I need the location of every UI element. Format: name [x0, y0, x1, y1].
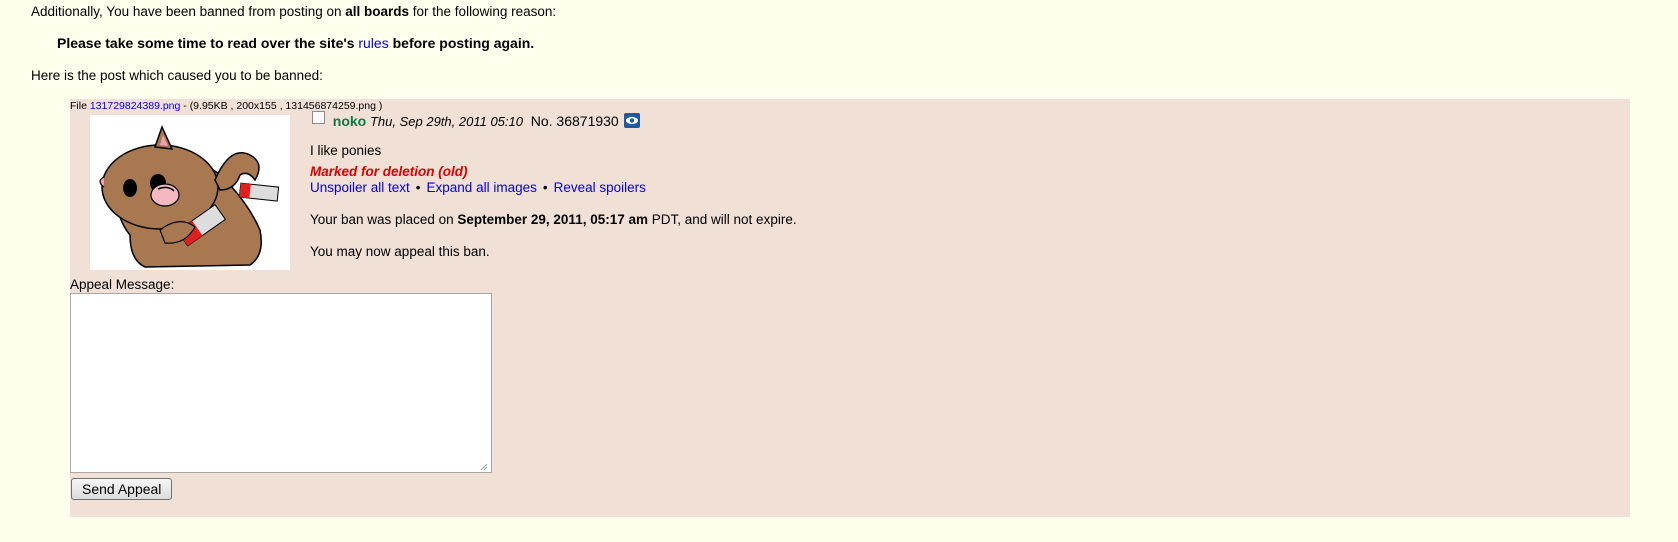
post-thumbnail[interactable] — [90, 115, 290, 270]
ban-line-text-post: for the following reason: — [409, 4, 557, 19]
bear-thumbnail-icon — [99, 124, 280, 268]
rules-link[interactable]: rules — [358, 35, 388, 51]
eye-icon[interactable] — [624, 112, 641, 128]
unspoiler-text-link[interactable]: Unspoiler all text — [310, 180, 410, 195]
ban-line-text-pre: Additionally, You have been banned from … — [31, 4, 346, 19]
expand-images-link[interactable]: Expand all images — [427, 180, 537, 195]
ban-reason: Please take some time to read over the s… — [57, 35, 534, 51]
ban-placed-post: , and will not expire. — [677, 212, 797, 227]
ban-placed-tz: PDT — [648, 212, 678, 227]
ban-placed-date: September 29, 2011, 05:17 am — [457, 212, 648, 227]
post-intro: Here is the post which caused you to be … — [31, 68, 323, 83]
resize-handle-icon[interactable] — [480, 463, 488, 471]
separator: • — [542, 180, 548, 195]
eye-icon-graphic — [626, 116, 639, 125]
file-meta: - (9.95KB , 200x155 , 131456874259.png ) — [180, 100, 383, 112]
post-comment: I like ponies — [310, 143, 382, 158]
ban-scope: all boards — [345, 4, 410, 19]
post-actions: Unspoiler all text • Expand all images • Rev… — [310, 180, 646, 195]
post-header: noko Thu, Sep 29th, 2011 05:10 No. 36871… — [312, 110, 641, 130]
separator: • — [415, 180, 421, 195]
post-date: Thu, Sep 29th, 2011 05:10 — [369, 114, 523, 129]
banned-post: File 131729824389.png - (9.95KB , 200x15… — [70, 99, 1630, 517]
reason-text-post: before posting again. — [388, 35, 535, 51]
file-info: File 131729824389.png - (9.95KB , 200x15… — [70, 100, 382, 112]
ban-placed-info: Your ban was placed on September 29, 201… — [310, 212, 797, 227]
file-label: File — [70, 100, 90, 112]
appeal-message-textarea[interactable] — [70, 293, 492, 473]
send-appeal-button[interactable]: Send Appeal — [71, 478, 173, 500]
appeal-label: Appeal Message: — [70, 277, 175, 292]
reveal-spoilers-link[interactable]: Reveal spoilers — [554, 180, 646, 195]
poster-name: noko — [332, 113, 367, 129]
file-link[interactable]: 131729824389.png — [90, 100, 181, 112]
reason-text-pre: Please take some time to read over the s… — [57, 35, 359, 51]
ban-reason-line: Additionally, You have been banned from … — [31, 4, 556, 19]
ban-placed-pre: Your ban was placed on — [310, 212, 458, 227]
deletion-notice: Marked for deletion (old) — [310, 164, 468, 179]
appeal-notice: You may now appeal this ban. — [310, 244, 490, 259]
post-select-checkbox[interactable] — [312, 110, 325, 124]
post-number[interactable]: No. 36871930 — [531, 113, 619, 129]
